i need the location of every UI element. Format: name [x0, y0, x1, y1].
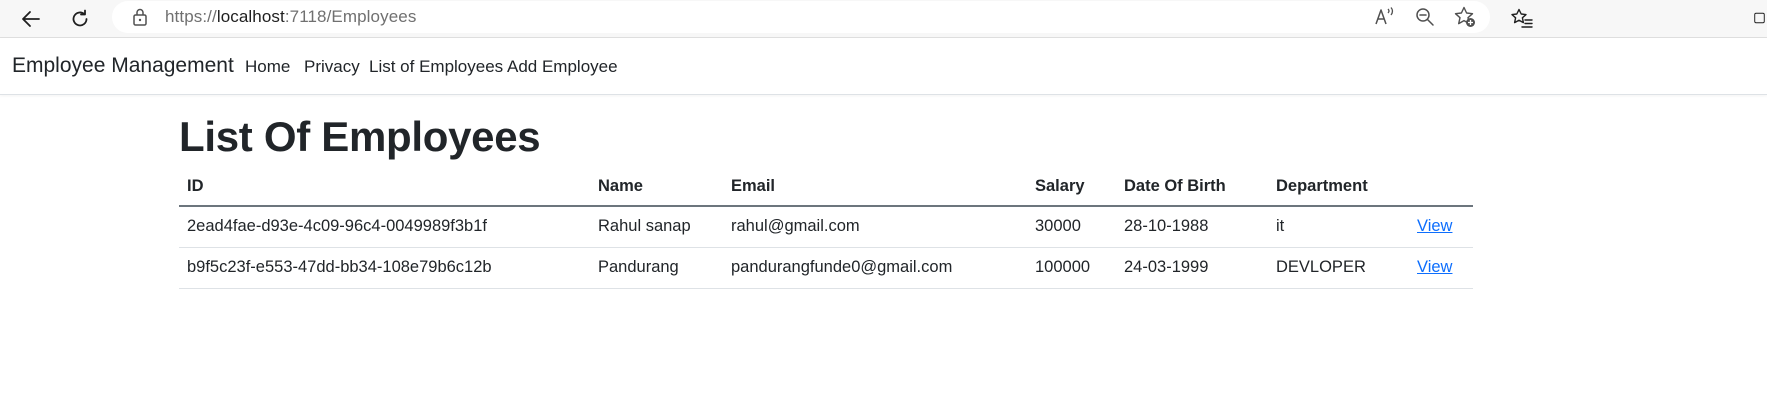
page-title: List Of Employees [179, 113, 541, 160]
address-bar[interactable]: https://localhost:7118/Employees [112, 1, 1490, 33]
back-arrow-icon [22, 11, 40, 27]
employees-table: ID Name Email Salary Date Of Birth Depar… [179, 168, 1473, 289]
nav-link-list-of-employees[interactable]: List of Employees [369, 57, 503, 77]
url-path: :7118/Employees [284, 7, 417, 26]
table-header-row: ID Name Email Salary Date Of Birth Depar… [179, 168, 1473, 207]
cell-date-of-birth: 24-03-1999 [1116, 247, 1268, 289]
cell-salary: 100000 [1027, 247, 1116, 289]
lock-icon[interactable] [132, 8, 148, 31]
zoom-out-icon[interactable] [1412, 5, 1438, 29]
column-header-department: Department [1268, 168, 1409, 207]
view-link[interactable]: View [1417, 217, 1452, 235]
column-header-email: Email [723, 168, 1027, 207]
nav-link-add-employee[interactable]: Add Employee [507, 57, 618, 77]
cell-id: b9f5c23f-e553-47dd-bb34-108e79b6c12b [179, 247, 590, 289]
nav-link-home[interactable]: Home [245, 57, 290, 77]
column-header-actions [1409, 168, 1473, 207]
cell-actions: View [1409, 206, 1473, 248]
collections-icon[interactable] [1752, 4, 1767, 32]
column-header-name: Name [590, 168, 723, 207]
table-row: 2ead4fae-d93e-4c09-96c4-0049989f3b1f Rah… [179, 206, 1473, 248]
reload-icon [72, 9, 88, 27]
url-host: localhost [216, 7, 285, 26]
back-button[interactable] [15, 3, 47, 35]
cell-actions: View [1409, 247, 1473, 289]
column-header-id: ID [179, 168, 590, 207]
favorites-icon[interactable] [1508, 4, 1536, 32]
cell-date-of-birth: 28-10-1988 [1116, 206, 1268, 248]
cell-name: Rahul sanap [590, 206, 723, 248]
view-link[interactable]: View [1417, 258, 1452, 276]
nav-link-privacy[interactable]: Privacy [304, 57, 360, 77]
url-scheme: https:// [165, 7, 217, 26]
table-row: b9f5c23f-e553-47dd-bb34-108e79b6c12b Pan… [179, 247, 1473, 289]
url-text[interactable]: https://localhost:7118/Employees [165, 7, 416, 27]
browser-toolbar: https://localhost:7118/Employees [0, 0, 1767, 38]
reload-button[interactable] [64, 3, 96, 35]
column-header-date-of-birth: Date Of Birth [1116, 168, 1268, 207]
app-navbar: Employee Management Home Privacy List of… [0, 38, 1767, 95]
navbar-brand[interactable]: Employee Management [12, 54, 234, 78]
add-favorite-icon[interactable] [1452, 5, 1478, 29]
cell-department: DEVLOPER [1268, 247, 1409, 289]
column-header-salary: Salary [1027, 168, 1116, 207]
cell-email: rahul@gmail.com [723, 206, 1027, 248]
cell-salary: 30000 [1027, 206, 1116, 248]
cell-id: 2ead4fae-d93e-4c09-96c4-0049989f3b1f [179, 206, 590, 248]
read-aloud-icon[interactable] [1372, 5, 1398, 29]
cell-email: pandurangfunde0@gmail.com [723, 247, 1027, 289]
cell-name: Pandurang [590, 247, 723, 289]
cell-department: it [1268, 206, 1409, 248]
